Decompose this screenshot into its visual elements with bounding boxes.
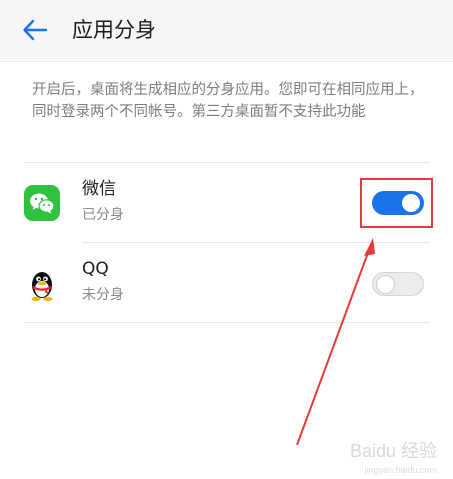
toggle-knob: [376, 275, 395, 294]
app-name-qq: QQ: [82, 259, 109, 279]
qq-icon: [22, 265, 62, 305]
description-text: 开启后，桌面将生成相应的分身应用。您即可在相同应用上，同时登录两个不同帐号。第三…: [32, 82, 424, 120]
watermark-url: jingyan.baidu.com: [364, 465, 437, 475]
app-bar: 应用分身: [0, 0, 453, 60]
app-name-wechat: 微信: [82, 179, 116, 199]
app-status-qq: 未分身: [82, 287, 124, 303]
back-arrow-icon[interactable]: [20, 15, 50, 45]
divider: [24, 322, 430, 323]
watermark-brand: Baidu 经验: [349, 441, 437, 461]
page-title: 应用分身: [72, 18, 156, 42]
qq-clone-toggle[interactable]: [372, 272, 424, 296]
app-status-wechat: 已分身: [82, 207, 124, 223]
annotation-highlight-box: [360, 178, 433, 228]
header-divider: [0, 61, 453, 62]
wechat-icon: [24, 185, 60, 221]
